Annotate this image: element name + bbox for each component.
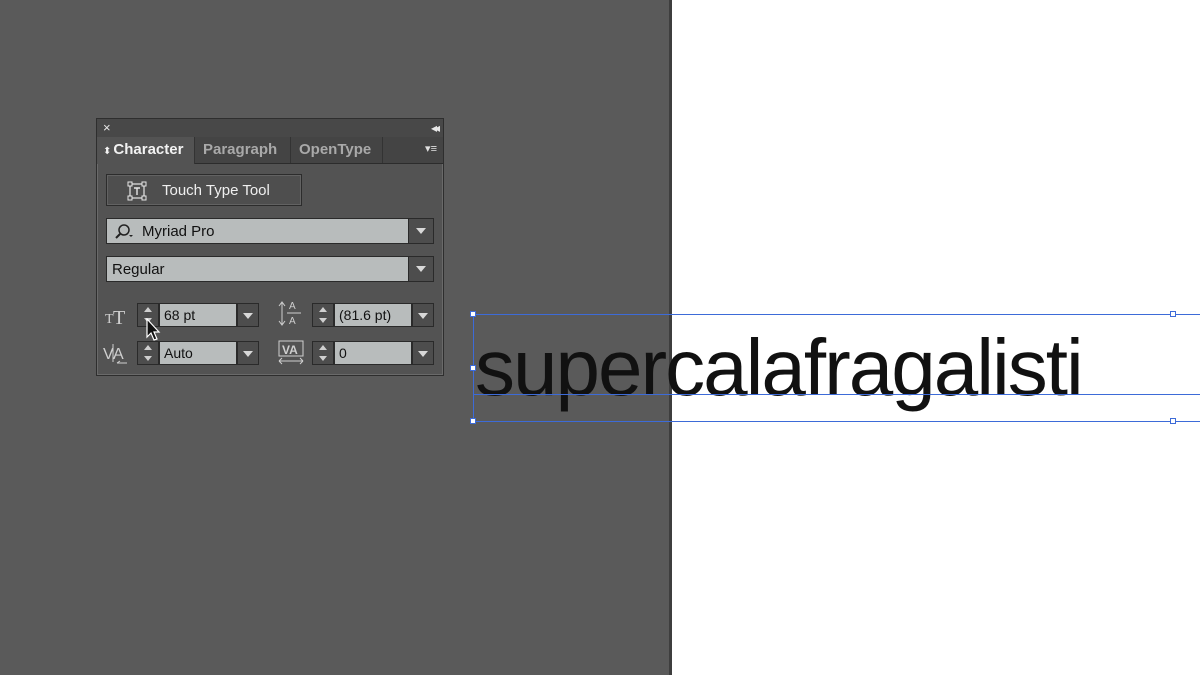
tab-opentype-label: OpenType: [299, 141, 372, 158]
tracking-input[interactable]: 0: [334, 341, 412, 365]
baseline: [473, 394, 1200, 395]
text-frame-selection[interactable]: [470, 311, 1200, 424]
panel-menu-icon[interactable]: ▾≡: [425, 142, 437, 156]
handle-top-right[interactable]: [1170, 311, 1176, 317]
leading-dropdown-arrow[interactable]: [412, 303, 434, 327]
kerning-dropdown-arrow[interactable]: [237, 341, 259, 365]
chevron-down-icon: [243, 351, 253, 357]
handle-bottom-right[interactable]: [1170, 418, 1176, 424]
kerning-input[interactable]: Auto: [159, 341, 237, 365]
touch-type-tool-button[interactable]: Touch Type Tool: [106, 174, 302, 206]
touch-type-tool-label: Touch Type Tool: [162, 182, 270, 199]
chevron-down-icon: [418, 313, 428, 319]
touch-type-icon: [127, 181, 147, 201]
panel-tabs: ⬍ Character Paragraph OpenType ▾≡: [97, 137, 443, 164]
handle-middle-left[interactable]: [470, 365, 476, 371]
svg-text:A: A: [113, 346, 124, 363]
kerning-icon: V A: [103, 344, 127, 364]
font-size-icon: T T: [105, 307, 125, 327]
svg-text:VA: VA: [282, 343, 298, 357]
leading-icon: A A: [278, 301, 301, 327]
mouse-pointer-icon: [146, 318, 161, 341]
tab-opentype[interactable]: OpenType: [291, 137, 383, 163]
font-style-value: Regular: [112, 261, 165, 278]
chevron-down-icon: [416, 228, 426, 234]
font-style-dropdown[interactable]: Regular: [106, 256, 434, 282]
search-icon: [115, 224, 133, 239]
font-family-dropdown[interactable]: Myriad Pro: [106, 218, 434, 244]
collapse-icon[interactable]: ◂◂: [431, 120, 440, 136]
tracking-icon: VA: [278, 340, 304, 365]
font-family-value: Myriad Pro: [142, 223, 215, 240]
panel-titlebar[interactable]: × ◂◂: [97, 119, 443, 138]
handle-top-left[interactable]: [470, 311, 476, 317]
tab-character[interactable]: ⬍ Character: [97, 137, 195, 164]
font-size-dropdown-arrow[interactable]: [237, 303, 259, 327]
tab-paragraph-label: Paragraph: [203, 141, 278, 158]
leading-stepper[interactable]: [312, 303, 334, 327]
frame-top-edge: [473, 314, 1200, 315]
svg-text:T: T: [113, 307, 125, 327]
font-style-arrow[interactable]: [408, 257, 433, 281]
tracking-dropdown-arrow[interactable]: [412, 341, 434, 365]
chevron-down-icon: [243, 313, 253, 319]
handle-bottom-left[interactable]: [470, 418, 476, 424]
tracking-stepper[interactable]: [312, 341, 334, 365]
frame-bottom-edge: [473, 421, 1200, 422]
svg-text:A: A: [289, 316, 296, 327]
tab-paragraph[interactable]: Paragraph: [195, 137, 291, 163]
chevron-down-icon: [418, 351, 428, 357]
leading-input[interactable]: (81.6 pt): [334, 303, 412, 327]
svg-text:A: A: [289, 301, 296, 312]
kerning-stepper[interactable]: [137, 341, 159, 365]
font-size-input[interactable]: 68 pt: [159, 303, 237, 327]
tab-arrows-icon: ⬍: [103, 146, 112, 157]
tab-character-label: Character: [113, 141, 184, 158]
chevron-down-icon: [416, 266, 426, 272]
close-icon[interactable]: ×: [103, 120, 111, 136]
font-family-arrow[interactable]: [408, 219, 433, 243]
